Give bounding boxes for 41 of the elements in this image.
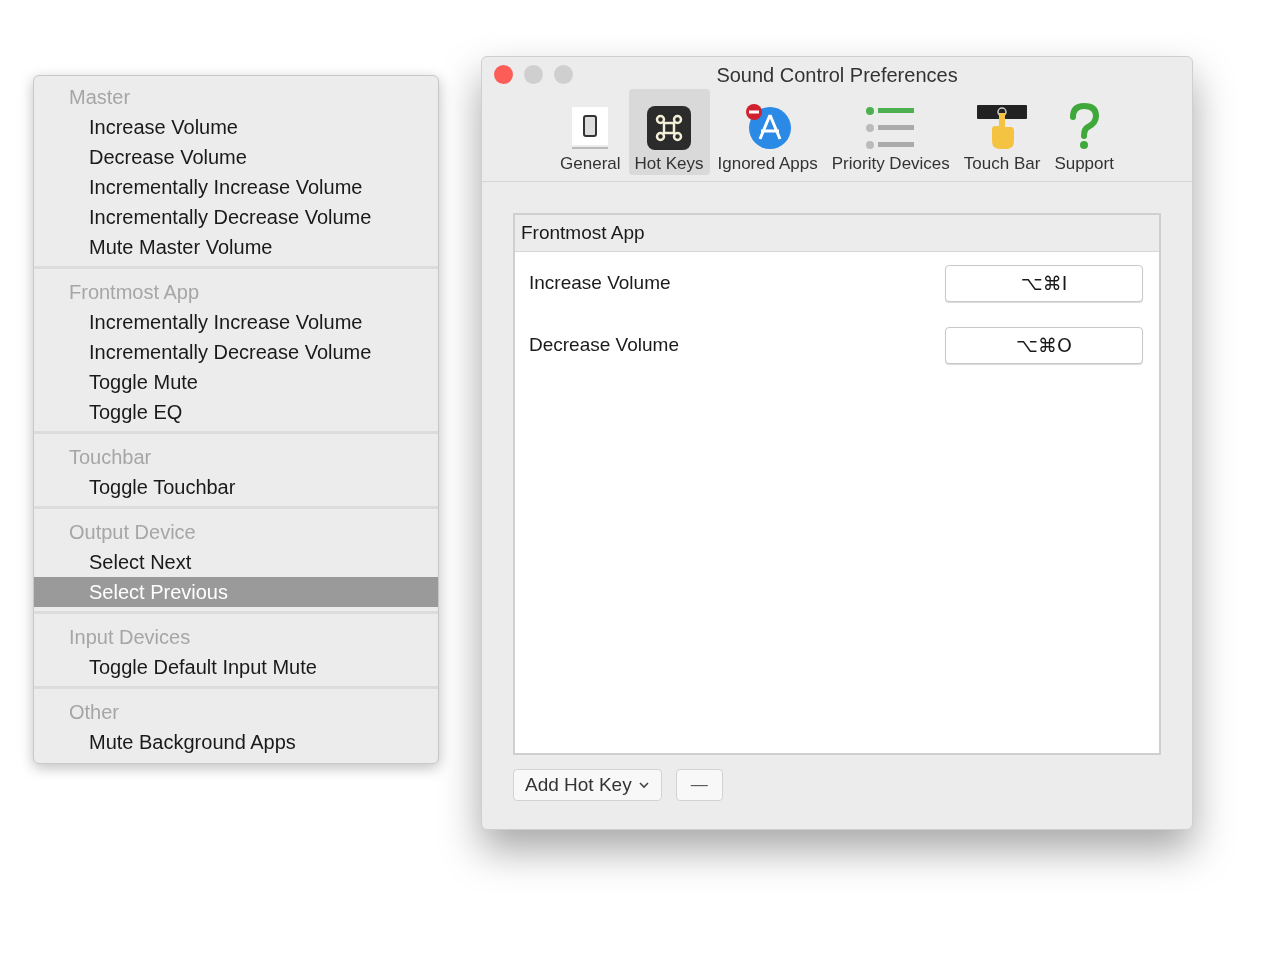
menu-section-header: Touchbar <box>68 445 153 470</box>
chevron-down-icon <box>637 781 650 789</box>
question-mark-icon <box>1067 103 1102 151</box>
menu-item[interactable]: Select Next <box>34 547 438 577</box>
menu-item[interactable]: Incrementally Increase Volume <box>34 307 438 337</box>
menu-section-header: Frontmost App <box>68 280 201 305</box>
menu-item[interactable]: Incrementally Decrease Volume <box>34 202 438 232</box>
minimize-button[interactable] <box>524 65 543 84</box>
command-key-icon <box>646 105 693 151</box>
menu-section-header: Master <box>68 85 132 110</box>
menu-item[interactable]: Decrease Volume <box>34 142 438 172</box>
toolbar-tab[interactable]: Ignored Apps <box>711 89 824 175</box>
menu-item[interactable]: Toggle Default Input Mute <box>34 652 438 682</box>
table-header: Frontmost App <box>515 215 1159 252</box>
shortcut-field[interactable]: ⌥⌘O <box>945 326 1143 364</box>
menu-item[interactable]: Toggle Mute <box>34 367 438 397</box>
switch-icon <box>570 105 611 151</box>
menu-section-header: Other <box>68 700 121 725</box>
touch-bar-finger-icon <box>976 103 1029 151</box>
menu-item[interactable]: Increase Volume <box>34 112 438 142</box>
menu-section-header: Output Device <box>68 520 197 545</box>
remove-button[interactable]: — <box>675 769 723 801</box>
menu-item[interactable]: Mute Background Apps <box>34 727 438 757</box>
shortcut-field[interactable]: ⌥⌘I <box>945 264 1143 302</box>
zoom-button[interactable] <box>554 65 573 84</box>
toolbar-tab[interactable]: Priority Devices <box>825 89 956 175</box>
toolbar-tab[interactable]: General <box>554 89 627 175</box>
menu-item[interactable]: Toggle Touchbar <box>34 472 438 502</box>
add-hot-key-dropdown[interactable]: Add Hot Key <box>513 769 662 801</box>
menu-section-header: Input Devices <box>68 625 192 650</box>
menu-item[interactable]: Mute Master Volume <box>34 232 438 262</box>
toolbar-tab[interactable]: Touch Bar <box>957 89 1047 175</box>
action-label: Increase Volume <box>529 270 671 295</box>
toolbar-tab[interactable]: Support <box>1048 89 1120 175</box>
toolbar-tab[interactable]: Hot Keys <box>628 89 710 175</box>
menu-item[interactable]: Incrementally Decrease Volume <box>34 337 438 367</box>
window-title: Sound Control Preferences <box>716 63 958 88</box>
menu-item[interactable]: Incrementally Increase Volume <box>34 172 438 202</box>
menu-item[interactable]: Toggle EQ <box>34 397 438 427</box>
close-button[interactable] <box>494 65 513 84</box>
action-label: Decrease Volume <box>529 332 679 357</box>
